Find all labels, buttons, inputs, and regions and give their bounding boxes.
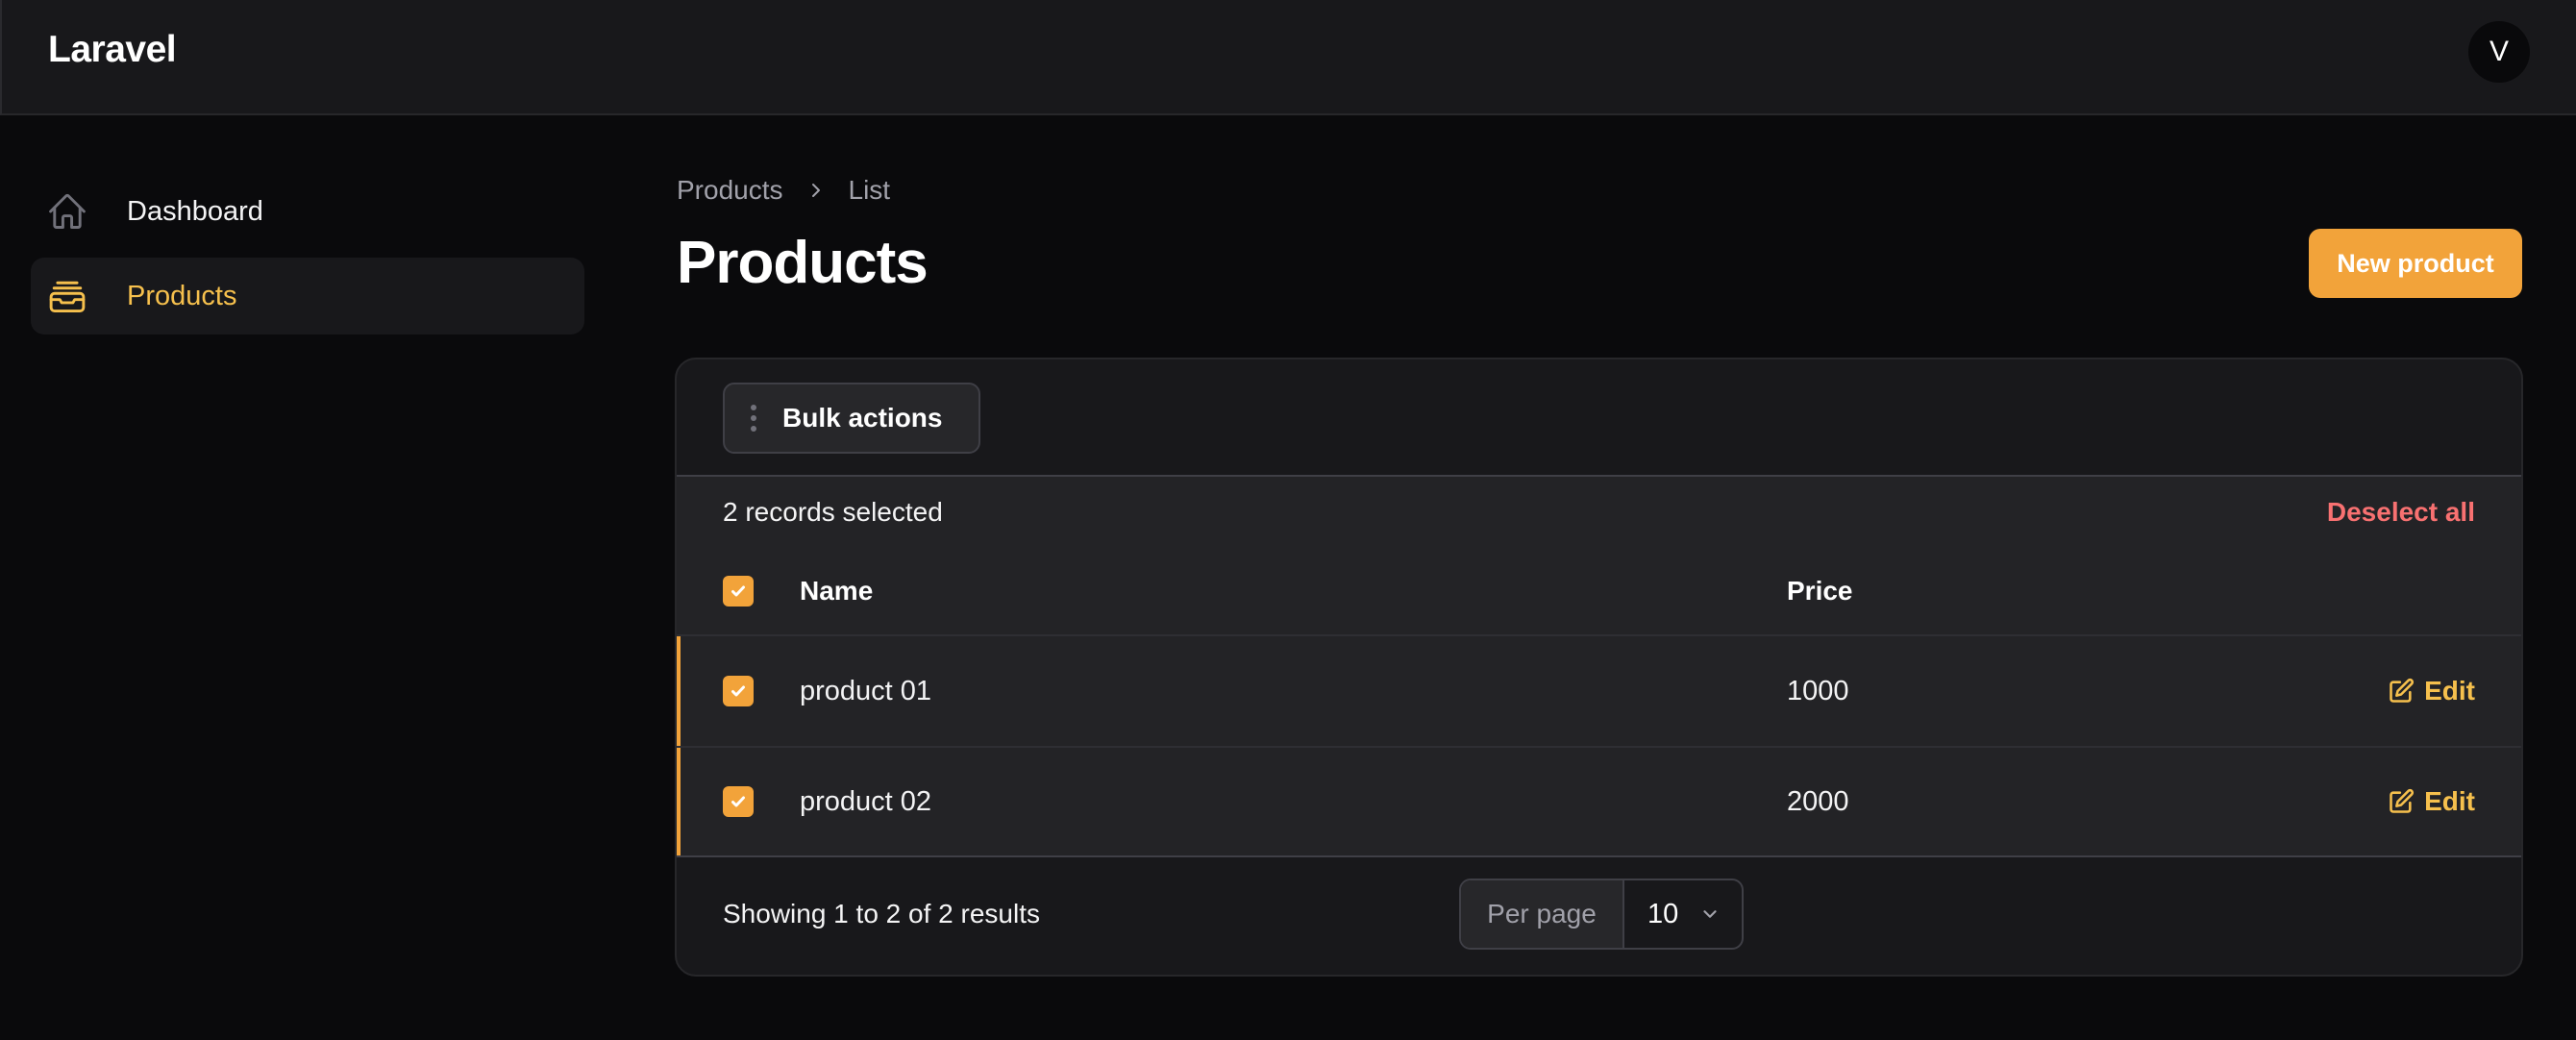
home-icon	[46, 190, 88, 233]
table-footer: Showing 1 to 2 of 2 results Per page 10	[677, 855, 2521, 971]
table-header: Name Price	[677, 548, 2521, 636]
cell-price: 2000	[1787, 785, 1849, 817]
table-row[interactable]: product 01 1000 Edit	[677, 636, 2521, 746]
check-icon	[731, 685, 745, 697]
select-all-checkbox[interactable]	[723, 576, 754, 607]
row-checkbox[interactable]	[723, 676, 754, 706]
products-table: Bulk actions 2 records selected Deselect…	[675, 358, 2523, 977]
sidebar-item-products[interactable]: Products	[31, 258, 584, 334]
inbox-stack-icon	[46, 275, 88, 317]
bulk-actions-button[interactable]: Bulk actions	[723, 383, 980, 454]
edit-label: Edit	[2424, 676, 2475, 706]
breadcrumb-current: List	[848, 175, 891, 205]
deselect-all-button[interactable]: Deselect all	[2327, 497, 2475, 528]
cell-name: product 02	[800, 785, 932, 817]
per-page-label: Per page	[1461, 880, 1624, 948]
check-icon	[731, 585, 745, 597]
sidebar-item-label: Products	[127, 280, 237, 311]
user-avatar[interactable]: V	[2468, 21, 2530, 83]
selection-count: 2 records selected	[723, 497, 943, 527]
cell-price: 1000	[1787, 675, 1849, 706]
column-header-price[interactable]: Price	[1787, 576, 1853, 607]
selection-indicator: 2 records selected Deselect all	[677, 477, 2521, 548]
avatar-initial: V	[2489, 36, 2509, 67]
table-row[interactable]: product 02 2000 Edit	[677, 746, 2521, 855]
sidebar: Dashboard Products	[31, 173, 584, 342]
edit-button[interactable]: Edit	[2388, 676, 2475, 706]
breadcrumb: Products List	[677, 175, 890, 206]
chevron-down-icon	[1703, 910, 1717, 918]
chevron-right-icon	[806, 181, 826, 200]
breadcrumb-products-link[interactable]: Products	[677, 175, 783, 206]
per-page-select[interactable]: Per page 10	[1459, 879, 1744, 950]
sidebar-item-dashboard[interactable]: Dashboard	[31, 173, 584, 250]
column-header-name[interactable]: Name	[800, 576, 873, 607]
check-icon	[731, 796, 745, 807]
per-page-dropdown[interactable]: 10	[1624, 880, 1742, 948]
new-product-button[interactable]: New product	[2309, 229, 2522, 298]
pagination-summary: Showing 1 to 2 of 2 results	[723, 899, 1040, 929]
ellipsis-vertical-icon	[725, 404, 782, 433]
page-title: Products	[677, 230, 929, 296]
top-bar: Laravel V	[0, 0, 2576, 115]
pencil-square-icon	[2390, 678, 2415, 703]
row-checkbox[interactable]	[723, 786, 754, 817]
pencil-square-icon	[2390, 788, 2415, 813]
bulk-actions-label: Bulk actions	[782, 403, 943, 433]
edit-button[interactable]: Edit	[2388, 786, 2475, 817]
table-toolbar: Bulk actions	[677, 359, 2521, 477]
brand-logo[interactable]: Laravel	[48, 29, 177, 71]
cell-name: product 01	[800, 675, 932, 706]
sidebar-item-label: Dashboard	[127, 195, 263, 227]
per-page-value: 10	[1647, 898, 1679, 929]
edit-label: Edit	[2424, 786, 2475, 816]
